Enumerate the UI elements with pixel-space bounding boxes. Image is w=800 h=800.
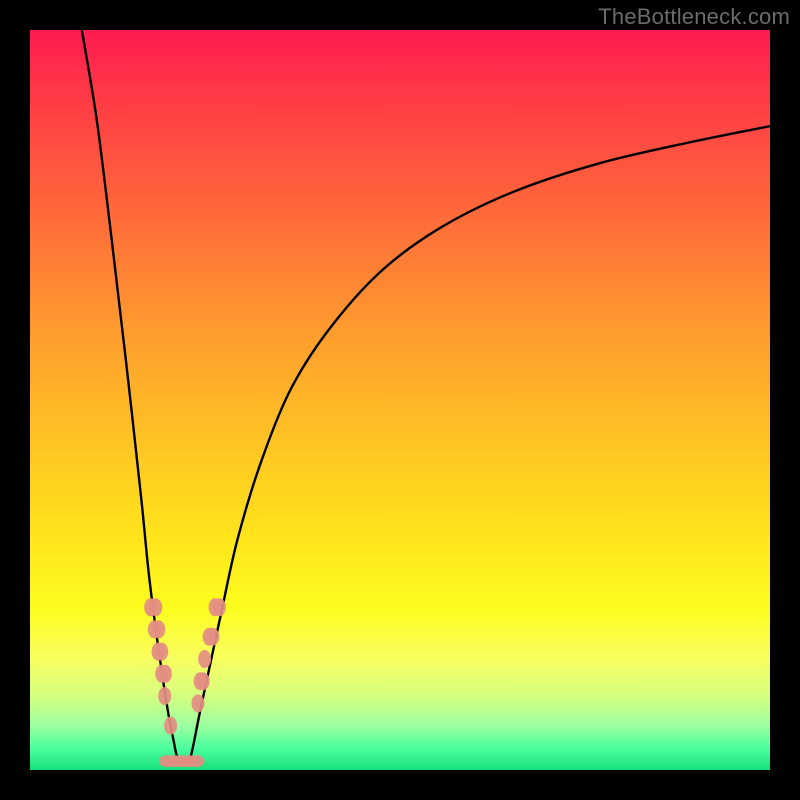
marker-left: [159, 665, 172, 683]
marker-left: [152, 620, 165, 638]
marker-bottom: [189, 755, 205, 767]
marker-right: [209, 598, 222, 616]
data-markers: [144, 598, 226, 767]
marker-right: [191, 694, 204, 712]
curve-right-branch: [189, 126, 770, 762]
marker-left: [158, 687, 171, 705]
chart-frame: TheBottleneck.com: [0, 0, 800, 800]
marker-right: [206, 628, 219, 646]
marker-right: [198, 650, 211, 668]
curve-layer: [30, 30, 770, 770]
plot-area: [30, 30, 770, 770]
marker-right: [197, 672, 210, 690]
bottleneck-curve: [82, 30, 770, 763]
watermark-text: TheBottleneck.com: [598, 4, 790, 30]
marker-left: [164, 717, 177, 735]
marker-left: [149, 598, 162, 616]
marker-left: [155, 643, 168, 661]
